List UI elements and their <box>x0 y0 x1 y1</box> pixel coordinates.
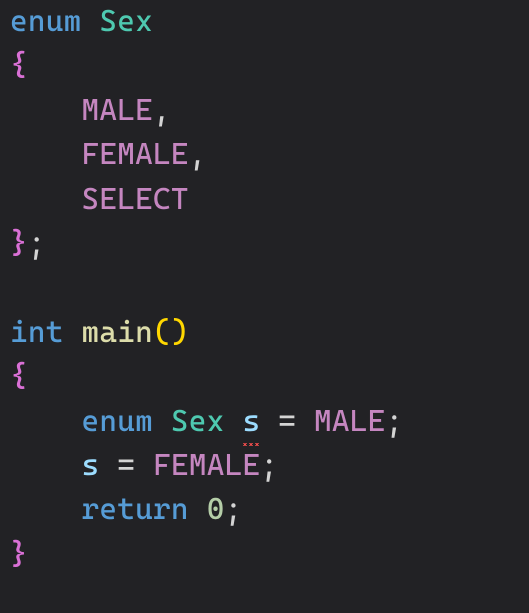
paren-close: ) <box>171 315 189 350</box>
paren-open: ( <box>153 315 171 350</box>
semicolon: ; <box>225 492 243 527</box>
comma: , <box>189 137 207 172</box>
semicolon: ; <box>260 448 278 483</box>
number-zero: 0 <box>207 492 225 527</box>
type-sex: Sex <box>171 404 225 439</box>
comma: , <box>153 93 171 128</box>
enum-male: MALE <box>82 93 154 128</box>
equals-operator: = <box>278 404 296 439</box>
ref-female: FEMALE <box>153 448 260 483</box>
keyword-enum: enum <box>82 404 154 439</box>
enum-select: SELECT <box>82 182 189 217</box>
equals-operator: = <box>117 448 135 483</box>
ref-male: MALE <box>314 404 386 439</box>
brace-open: { <box>10 48 28 83</box>
variable-s: s <box>242 404 260 439</box>
function-main: main <box>82 315 154 350</box>
keyword-return: return <box>82 492 189 527</box>
code-editor[interactable]: enum Sex { MALE, FEMALE, SELECT }; int m… <box>0 0 529 577</box>
keyword-int: int <box>10 315 64 350</box>
enum-female: FEMALE <box>82 137 189 172</box>
brace-open: { <box>10 359 28 394</box>
semicolon: ; <box>386 404 404 439</box>
keyword-enum: enum <box>10 4 82 39</box>
brace-close: } <box>10 226 28 261</box>
type-sex: Sex <box>99 4 153 39</box>
variable-s: s <box>82 448 100 483</box>
brace-close: } <box>10 537 28 572</box>
semicolon: ; <box>28 226 46 261</box>
